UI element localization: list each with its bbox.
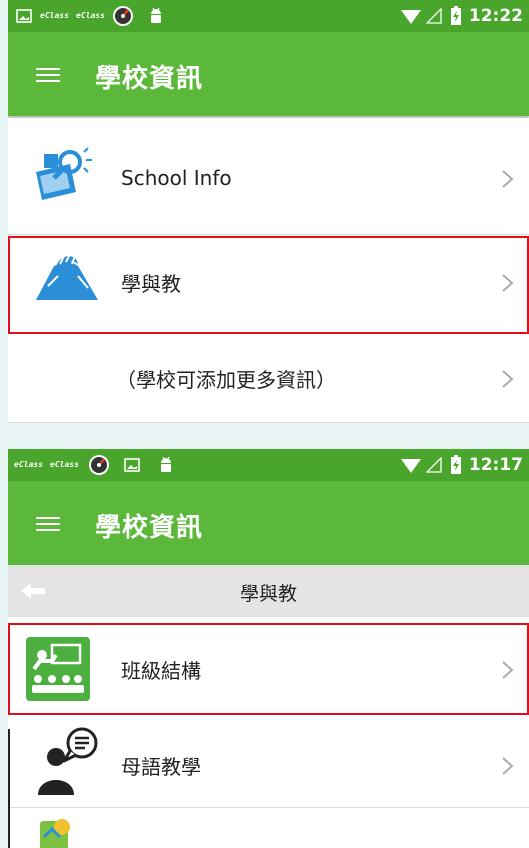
status-app-label: eClass bbox=[76, 11, 105, 20]
status-bar: eClass eClass 12:17 bbox=[8, 449, 529, 481]
sub-header-title: 學與教 bbox=[239, 583, 297, 605]
speaker-chat-icon bbox=[32, 727, 102, 801]
list-item-label: （學校可添加更多資訊） bbox=[116, 368, 336, 392]
classroom-icon bbox=[26, 637, 90, 705]
status-app-label: eClass bbox=[50, 460, 79, 469]
list-item-learning-teaching[interactable]: 學與教 bbox=[8, 236, 529, 333]
menu-icon[interactable] bbox=[36, 517, 60, 531]
top-screen: eClass eClass 12:22 學校資訊 School Info 學與教… bbox=[8, 0, 529, 423]
status-app-label: eClass bbox=[40, 11, 69, 20]
battery-icon bbox=[450, 455, 462, 479]
page-title: 學校資訊 bbox=[95, 64, 204, 94]
chevron-right-icon bbox=[499, 272, 517, 294]
chevron-right-icon bbox=[499, 659, 517, 681]
android-icon bbox=[158, 455, 174, 479]
chevron-right-icon bbox=[499, 368, 517, 390]
android-icon bbox=[148, 6, 164, 30]
wifi-icon bbox=[400, 9, 422, 29]
app-bar: 學校資訊 bbox=[8, 32, 529, 116]
sub-header: 學與教 bbox=[8, 565, 529, 617]
list-item-label: 班級結構 bbox=[121, 659, 201, 683]
status-clock: 12:17 bbox=[468, 455, 523, 475]
list-item-class-structure[interactable]: 班級結構 bbox=[8, 623, 529, 714]
page-title: 學校資訊 bbox=[95, 513, 204, 543]
signal-icon bbox=[425, 7, 442, 28]
list-item-school-info[interactable]: School Info bbox=[8, 118, 529, 235]
handshake-icon bbox=[34, 246, 100, 312]
gallery-icon bbox=[16, 8, 32, 27]
chevron-right-icon bbox=[499, 755, 517, 777]
wifi-icon bbox=[400, 458, 422, 478]
list-item-label: 母語教學 bbox=[121, 755, 201, 779]
menu-icon[interactable] bbox=[36, 68, 60, 82]
list-item-partial[interactable] bbox=[8, 809, 529, 848]
school-info-icon bbox=[30, 146, 100, 208]
partial-item-icon bbox=[38, 817, 78, 848]
bottom-screen: eClass eClass 12:17 學校資訊 學與教 班級結構 母語教學 bbox=[8, 449, 529, 848]
speedometer-icon bbox=[88, 454, 110, 480]
list-item-label: School Info bbox=[121, 166, 232, 190]
status-app-label: eClass bbox=[14, 460, 43, 469]
status-bar: eClass eClass 12:22 bbox=[8, 0, 529, 32]
list-item-more-info[interactable]: （學校可添加更多資訊） bbox=[8, 334, 529, 423]
app-bar: 學校資訊 bbox=[8, 481, 529, 565]
chevron-right-icon bbox=[499, 168, 517, 190]
signal-icon bbox=[425, 456, 442, 477]
screen-left-edge bbox=[8, 729, 10, 848]
list-item-mother-tongue[interactable]: 母語教學 bbox=[8, 715, 529, 808]
status-clock: 12:22 bbox=[468, 6, 523, 26]
speedometer-icon bbox=[112, 5, 134, 31]
gallery-icon bbox=[124, 457, 140, 476]
list-item-label: 學與教 bbox=[121, 272, 181, 296]
battery-icon bbox=[450, 6, 462, 30]
